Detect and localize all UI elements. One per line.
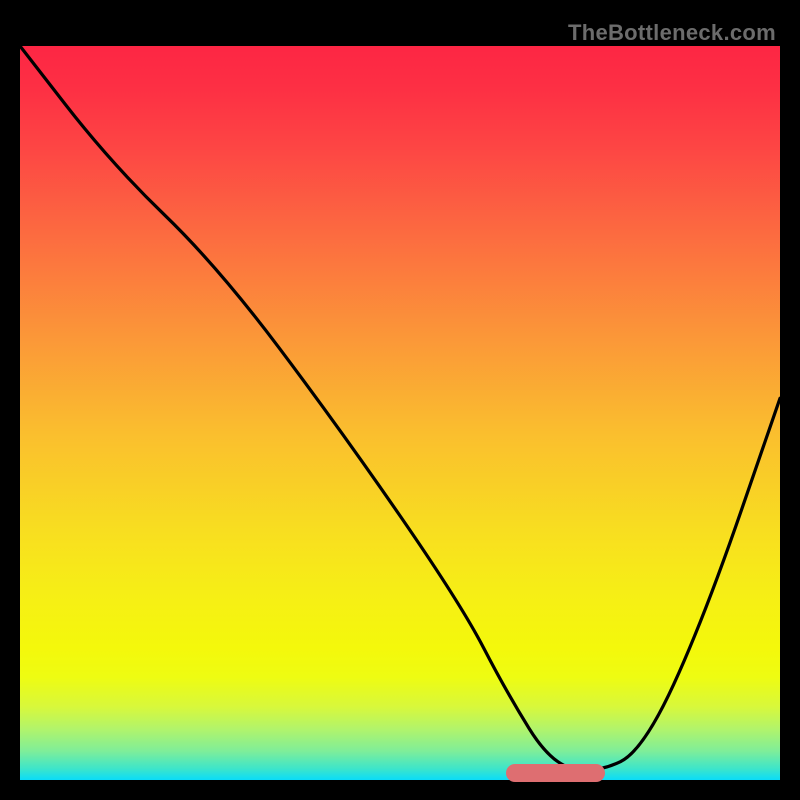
watermark-label: TheBottleneck.com — [568, 20, 776, 46]
optimal-range-marker — [506, 764, 605, 782]
bottleneck-curve-path — [20, 46, 780, 770]
bottleneck-curve — [20, 46, 780, 780]
chart-frame: TheBottleneck.com — [20, 20, 780, 780]
chart-plot-area — [20, 46, 780, 780]
